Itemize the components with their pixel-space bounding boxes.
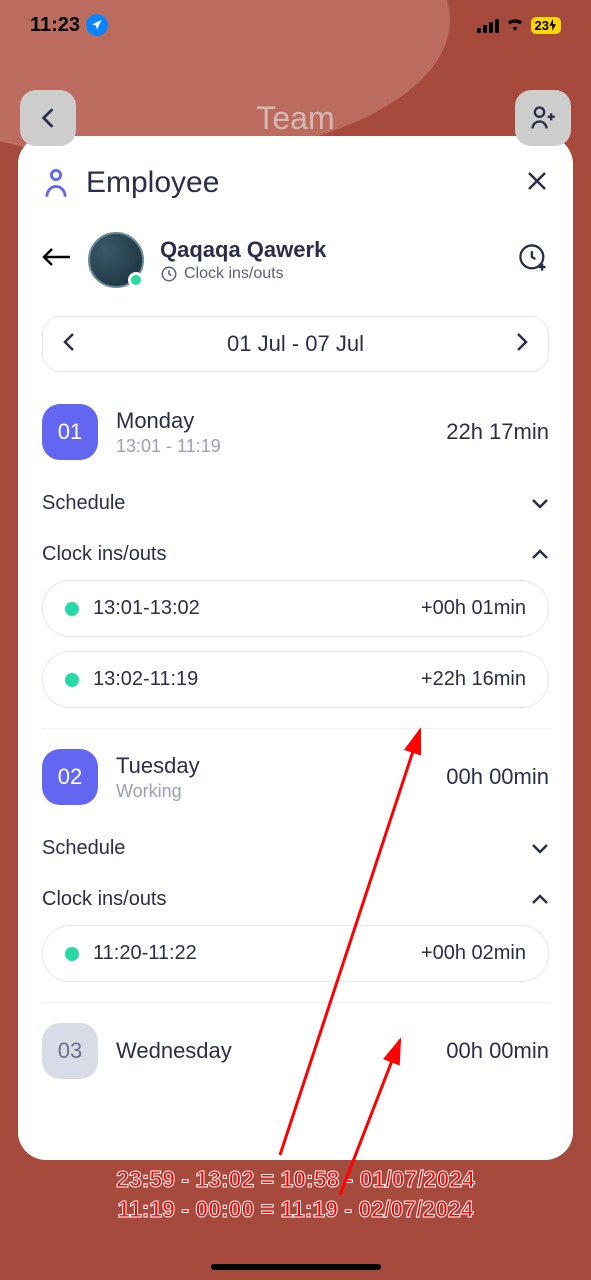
clockinout-toggle[interactable]: Clock ins/outs bbox=[42, 529, 549, 580]
day-subtitle: Working bbox=[116, 781, 428, 802]
online-status-dot bbox=[128, 272, 144, 288]
day-header[interactable]: 01 Monday 13:01 - 11:19 22h 17min bbox=[42, 404, 549, 460]
status-dot-icon bbox=[65, 602, 79, 616]
status-time: 11:23 bbox=[30, 14, 80, 37]
employee-name: Qaqaqa Qawerk bbox=[160, 237, 501, 263]
add-user-button[interactable] bbox=[515, 90, 571, 146]
prev-week-button[interactable] bbox=[63, 332, 75, 357]
annotation-overlay: 23:59 - 13:02 = 10:58 - 01/07/2024 11:19… bbox=[0, 1165, 591, 1225]
day-total: 00h 00min bbox=[446, 1038, 549, 1064]
day-name: Wednesday bbox=[116, 1038, 428, 1064]
date-selector: 01 Jul - 07 Jul bbox=[42, 316, 549, 372]
day-block: 02 Tuesday Working 00h 00min Schedule Cl… bbox=[42, 749, 549, 982]
chevron-up-icon bbox=[531, 549, 549, 560]
day-subtitle: 13:01 - 11:19 bbox=[116, 436, 428, 457]
status-dot-icon bbox=[65, 673, 79, 687]
clock-icon bbox=[160, 265, 178, 283]
day-number: 02 bbox=[42, 749, 98, 805]
signal-icon bbox=[477, 18, 499, 33]
battery-icon: 23 bbox=[531, 17, 561, 34]
schedule-toggle[interactable]: Schedule bbox=[42, 823, 549, 874]
next-week-button[interactable] bbox=[516, 332, 528, 357]
day-header[interactable]: 02 Tuesday Working 00h 00min bbox=[42, 749, 549, 805]
person-icon bbox=[42, 167, 70, 199]
status-bar: 11:23 23 bbox=[0, 0, 591, 50]
punch-row[interactable]: 13:02-11:19 +22h 16min bbox=[42, 651, 549, 708]
punch-row[interactable]: 13:01-13:02 +00h 01min bbox=[42, 580, 549, 637]
back-arrow[interactable] bbox=[42, 246, 72, 274]
day-total: 22h 17min bbox=[446, 419, 549, 445]
date-range: 01 Jul - 07 Jul bbox=[227, 331, 364, 357]
back-button[interactable] bbox=[20, 90, 76, 146]
add-clock-button[interactable] bbox=[517, 242, 549, 279]
day-total: 00h 00min bbox=[446, 764, 549, 790]
chevron-up-icon bbox=[531, 894, 549, 905]
chevron-down-icon bbox=[531, 843, 549, 854]
location-icon bbox=[86, 14, 108, 36]
close-button[interactable] bbox=[525, 169, 549, 198]
day-header[interactable]: 03 Wednesday 00h 00min bbox=[42, 1023, 549, 1079]
punch-row[interactable]: 11:20-11:22 +00h 02min bbox=[42, 925, 549, 982]
avatar[interactable] bbox=[88, 232, 144, 288]
top-nav: Team bbox=[0, 90, 591, 146]
day-number: 03 bbox=[42, 1023, 98, 1079]
day-name: Monday bbox=[116, 408, 428, 434]
day-block: 01 Monday 13:01 - 11:19 22h 17min Schedu… bbox=[42, 404, 549, 708]
schedule-toggle[interactable]: Schedule bbox=[42, 478, 549, 529]
wifi-icon bbox=[505, 15, 525, 36]
day-block: 03 Wednesday 00h 00min bbox=[42, 1023, 549, 1079]
day-name: Tuesday bbox=[116, 753, 428, 779]
clockinout-toggle[interactable]: Clock ins/outs bbox=[42, 874, 549, 925]
employee-modal: Employee Qaqaqa Qawerk Clock ins/outs bbox=[18, 136, 573, 1160]
chevron-down-icon bbox=[531, 498, 549, 509]
page-title: Team bbox=[256, 100, 334, 137]
home-indicator[interactable] bbox=[211, 1264, 381, 1270]
status-dot-icon bbox=[65, 947, 79, 961]
employee-subtitle: Clock ins/outs bbox=[160, 265, 501, 283]
day-number: 01 bbox=[42, 404, 98, 460]
modal-title: Employee bbox=[86, 166, 219, 200]
